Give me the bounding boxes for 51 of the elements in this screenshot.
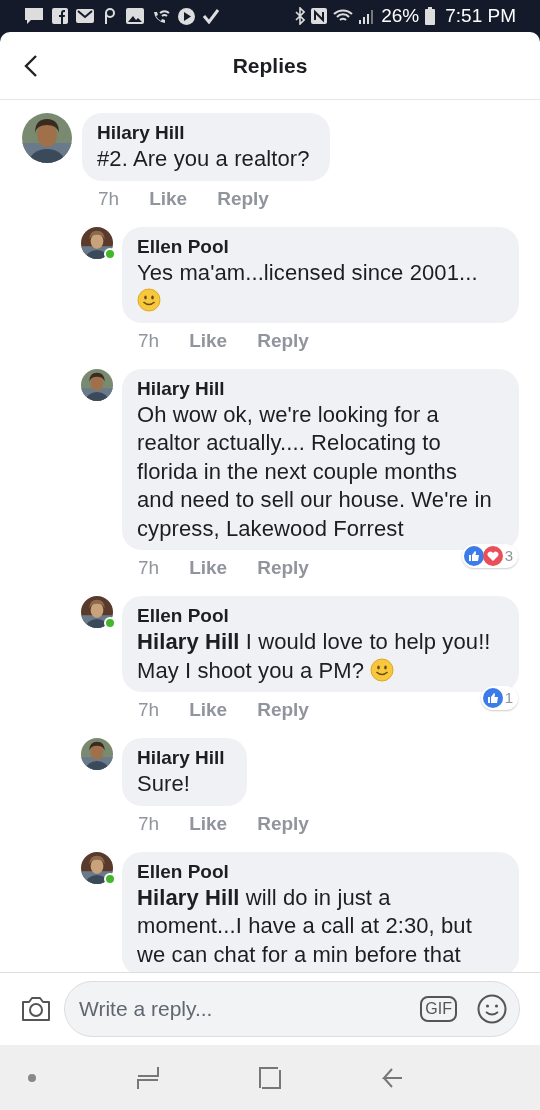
back-arrow-icon[interactable] [381,1067,404,1088]
signal-icon [359,8,376,24]
comment-text: Yes ma'am...licensed since 2001... [137,258,497,316]
author-name[interactable]: Ellen Pool [137,859,497,884]
like-link[interactable]: Like [189,328,228,353]
gif-button[interactable]: GIF [420,996,457,1022]
camera-icon[interactable] [20,995,52,1023]
image-icon [126,8,144,24]
author-name[interactable]: Hilary Hill [137,376,497,401]
battery-percentage: 26% [381,3,420,28]
battery-icon [425,7,436,25]
reply-link[interactable]: Reply [257,811,309,836]
reply-link[interactable]: Reply [257,328,309,353]
comment-text: #2. Are you a realtor? [97,145,310,173]
author-name[interactable]: Ellen Pool [137,604,497,628]
author-name[interactable]: Hilary Hill [97,121,310,145]
square-f-icon [52,8,68,24]
bluetooth-icon [295,7,306,25]
mail-icon [76,9,94,23]
reply-link[interactable]: Reply [257,698,309,722]
like-link[interactable]: Like [189,698,228,722]
reaction-count[interactable]: 1 [480,685,518,710]
comment-text: Hilary Hill I would love to help you!! May I shoot you a PM? [137,628,492,685]
back-chevron-icon[interactable] [24,54,38,78]
reply-link[interactable]: Reply [217,186,269,211]
nfc-icon [311,8,328,24]
dot-icon[interactable] [28,1073,36,1082]
comment-time: 7h [138,556,160,580]
comment-text: Hilary Hill will do in just a moment...I have a call at 2:30, but we can chat for a min before that [137,883,473,969]
like-link[interactable]: Like [149,186,188,211]
reaction-count[interactable]: 3 [461,543,518,568]
reply-link[interactable]: Reply [257,556,309,580]
play-circle-icon [178,7,195,25]
reply-input-field[interactable]: Write a reply... GIF [64,981,520,1037]
check-icon [203,8,219,24]
comment-time: 7h [138,328,160,353]
smiley-icon[interactable] [477,994,507,1024]
message-icon [24,7,44,25]
comment-time: 7h [138,811,160,836]
comment-text: Oh wow ok, we're looking for a realtor actually.... Relocating to florida in the next couple months and need to sell our house. We're in cypress, Lakewood Forrest [137,400,493,543]
page-title: Replies [232,52,308,79]
like-link[interactable]: Like [189,811,228,836]
comment-time: 7h [98,186,120,211]
author-name[interactable]: Ellen Pool [137,234,497,259]
like-link[interactable]: Like [189,556,228,580]
wifi-call-icon [152,8,170,24]
recent-apps-icon[interactable] [136,1065,159,1090]
comment-time: 7h [138,698,160,722]
comment-text: Sure! [137,770,192,798]
author-name[interactable]: Hilary Hill [137,746,225,770]
clock-time: 7:51 PM [445,3,516,28]
